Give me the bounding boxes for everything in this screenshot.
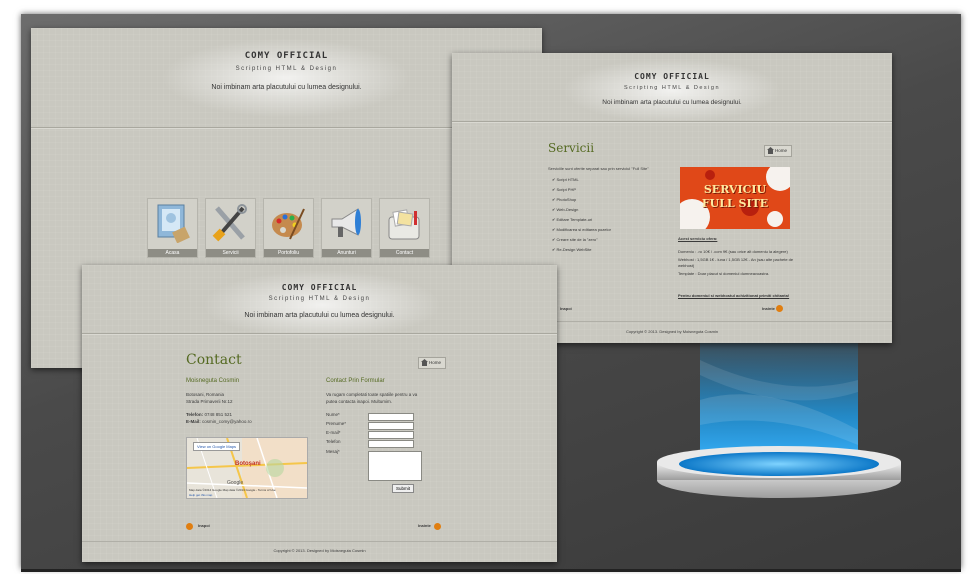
service-label: Creare site de la "zero" — [556, 237, 598, 242]
map-report-link[interactable]: Help get this map — [189, 493, 212, 497]
site-title: COMY OFFICIAL — [634, 72, 710, 81]
offer-note: Pentru domeniul si webhostul achizitiona… — [678, 293, 790, 298]
home-button-label: Home — [775, 148, 788, 153]
menu-tile-servicii[interactable]: Servicii — [205, 198, 256, 258]
menu-tile-acasa[interactable]: Acasa — [147, 198, 198, 258]
back-link[interactable]: Inapoi — [198, 522, 210, 530]
site-tagline: Noi imbinam arta placutului cu lumea des… — [602, 99, 742, 106]
offer-title: Acest serviciu ofera: — [678, 236, 718, 241]
service-label: Editare Template-uri — [556, 217, 593, 222]
arrow-left-icon[interactable] — [186, 523, 193, 530]
home-icon — [421, 359, 428, 366]
menu-label: Portofoliu — [264, 249, 313, 257]
arrow-right-icon[interactable] — [776, 305, 783, 312]
full-site-banner: SERVICIU FULL SITE — [680, 167, 790, 229]
header-glow — [202, 270, 442, 340]
service-list-item: ✔ PhotoShop — [552, 197, 576, 202]
back-link[interactable]: Inapoi — [560, 305, 572, 313]
banner-line2: FULL SITE — [701, 197, 769, 210]
site-subtitle: Scripting HTML & Design — [268, 296, 371, 302]
service-list-item: ✔ Web-Design — [552, 207, 578, 212]
footer-copyright: Copyright © 2013. Designed by Moisneguta… — [273, 548, 366, 553]
banner-line1: SERVICIU — [703, 183, 767, 196]
submit-button[interactable]: Submit — [392, 484, 415, 493]
picture-frame-icon — [157, 204, 190, 243]
phone-input[interactable] — [368, 440, 414, 448]
mailbox-icon — [388, 209, 420, 240]
service-list-item: ✔ Script PHP — [552, 187, 576, 192]
menu-label: Anunturi — [322, 249, 371, 257]
service-list-item: ✔ Script HTML — [552, 177, 579, 182]
email-input[interactable] — [368, 431, 414, 439]
menu-tile-contact[interactable]: Contact — [379, 198, 430, 258]
service-label: Script HTML — [556, 177, 579, 182]
service-list-item: ✔ Editare Template-uri — [552, 217, 592, 222]
services-intro: Serviciile sunt oferite separat sau prin… — [548, 166, 649, 171]
service-label: Script PHP — [556, 187, 577, 192]
email-value: cosmin_comy@yahoo.ro — [202, 419, 252, 424]
contact-name: Moisneguta Cosmin — [186, 378, 240, 384]
menu-tile-anunturi[interactable]: Anunturi — [321, 198, 372, 258]
field-label: Prenume* — [326, 421, 347, 426]
arrow-right-icon[interactable] — [434, 523, 441, 530]
phone-label: Telefon: — [186, 412, 204, 417]
backdrop-shadow — [21, 569, 961, 572]
header-glow — [161, 38, 411, 118]
google-map[interactable]: View on Google Maps Botoşani Google Map … — [186, 437, 308, 499]
email-label: E-Mail: — [186, 419, 201, 424]
home-button[interactable]: Home — [418, 357, 446, 369]
menu-label: Contact — [380, 249, 429, 257]
map-city-label: Botoşani — [235, 461, 261, 467]
site-title: COMY OFFICIAL — [281, 283, 358, 292]
field-label: Telefon — [326, 439, 341, 444]
offer-lines: Domeniu : .ro 10€ / .com 9€ (sau orice a… — [678, 249, 798, 279]
field-label: Nume* — [326, 412, 340, 417]
address-line: Strada Primaverii Nr.12 — [186, 399, 233, 404]
google-logo: Google — [227, 480, 244, 486]
name-input[interactable] — [368, 413, 414, 421]
next-link[interactable]: Inainte — [418, 522, 431, 530]
site-subtitle: Scripting HTML & Design — [623, 85, 721, 91]
surname-input[interactable] — [368, 422, 414, 430]
offer-line: Domeniu : .ro 10€ / .com 9€ (sau orice a… — [678, 249, 788, 254]
menu-label: Servicii — [206, 249, 255, 257]
service-label: Re-Design WebSite — [556, 247, 592, 252]
home-icon — [767, 147, 774, 154]
home-button-label: Home — [429, 360, 442, 365]
home-button[interactable]: Home — [764, 145, 792, 157]
form-intro: Va rugam completati toate spatiile pentr… — [326, 392, 418, 404]
service-label: Web-Design — [556, 207, 579, 212]
service-list-item: ✔ Creare site de la "zero" — [552, 237, 598, 242]
site-tagline: Noi imbinam arta placutului cu lumea des… — [244, 312, 395, 319]
page-title: Servicii — [548, 141, 595, 155]
header-divider — [82, 333, 557, 335]
palette-icon — [272, 208, 305, 240]
service-list-item: ✔ Modificarea si editarea pozelor — [552, 227, 611, 232]
megaphone-icon — [331, 208, 361, 237]
menu-tile-portofoliu[interactable]: Portofoliu — [263, 198, 314, 258]
tools-icon — [212, 204, 247, 242]
service-list-item: ✔ Re-Design WebSite — [552, 247, 592, 252]
hologram-pedestal — [655, 340, 905, 500]
header-divider — [452, 121, 892, 123]
map-link[interactable]: View on Google Maps — [193, 442, 241, 451]
email-row: E-Mail: cosmin_comy@yahoo.ro — [186, 418, 252, 426]
phone-value: 0748 851 521 — [204, 412, 232, 417]
field-label: Mesaj* — [326, 449, 340, 454]
service-label: PhotoShop — [556, 197, 577, 202]
footer-divider — [82, 541, 557, 542]
field-label: E-mail* — [326, 430, 341, 435]
message-textarea[interactable] — [368, 451, 422, 481]
menu-label: Acasa — [148, 249, 197, 257]
page-title: Contact — [186, 352, 242, 368]
offer-line: Webhost : 1,5GB 1€ - luna / 1,5GB 12€ - … — [678, 257, 794, 268]
contact-page-screenshot: COMY OFFICIAL Scripting HTML & Design No… — [82, 265, 557, 562]
next-link[interactable]: Inainte — [762, 305, 775, 313]
form-title: Contact Prin Formular — [326, 378, 385, 384]
offer-line: Template : Doar placut si domeniul dumne… — [678, 271, 770, 276]
service-label: Modificarea si editarea pozelor — [556, 227, 611, 232]
map-footer: Map data ©2014 Google Map data ©2014 Goo… — [189, 488, 276, 492]
